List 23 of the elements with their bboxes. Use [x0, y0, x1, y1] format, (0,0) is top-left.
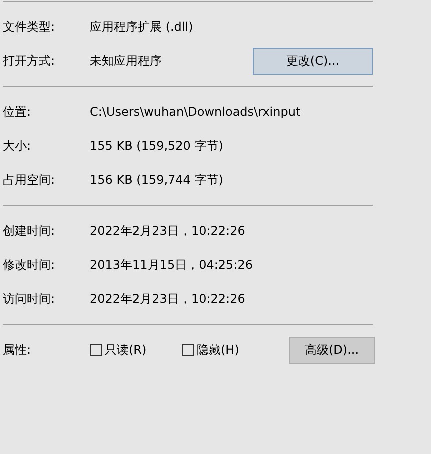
- checkbox[interactable]: [182, 344, 194, 356]
- field-value: C:\Users\wuhan\Downloads\rxinput: [90, 104, 302, 121]
- checkbox[interactable]: [90, 344, 102, 356]
- field-label: 修改时间:: [3, 257, 56, 274]
- field-label: 位置:: [3, 104, 32, 121]
- field-label: 属性:: [3, 342, 32, 359]
- field-value: 2013年11月15日，04:25:26: [90, 257, 254, 274]
- checkbox-label: 隐藏(H): [197, 342, 240, 359]
- field-value: 155 KB (159,520 字节): [90, 138, 224, 155]
- dialog-button[interactable]: 高级(D)...: [289, 336, 375, 364]
- field-label: 创建时间:: [3, 223, 56, 240]
- field-label: 打开方式:: [3, 53, 56, 70]
- field-label: 访问时间:: [3, 291, 56, 308]
- checkbox-label: 只读(R): [105, 342, 147, 359]
- field-value: 应用程序扩展 (.dll): [90, 19, 194, 36]
- field-value: 未知应用程序: [90, 53, 163, 70]
- field-label: 大小:: [3, 138, 32, 155]
- dialog-button[interactable]: 更改(C)...: [253, 48, 373, 74]
- field-label: 文件类型:: [3, 19, 56, 36]
- field-value: 156 KB (159,744 字节): [90, 172, 224, 189]
- field-value: 2022年2月23日，10:22:26: [90, 291, 246, 308]
- field-label: 占用空间:: [3, 172, 56, 189]
- field-value: 2022年2月23日，10:22:26: [90, 223, 246, 240]
